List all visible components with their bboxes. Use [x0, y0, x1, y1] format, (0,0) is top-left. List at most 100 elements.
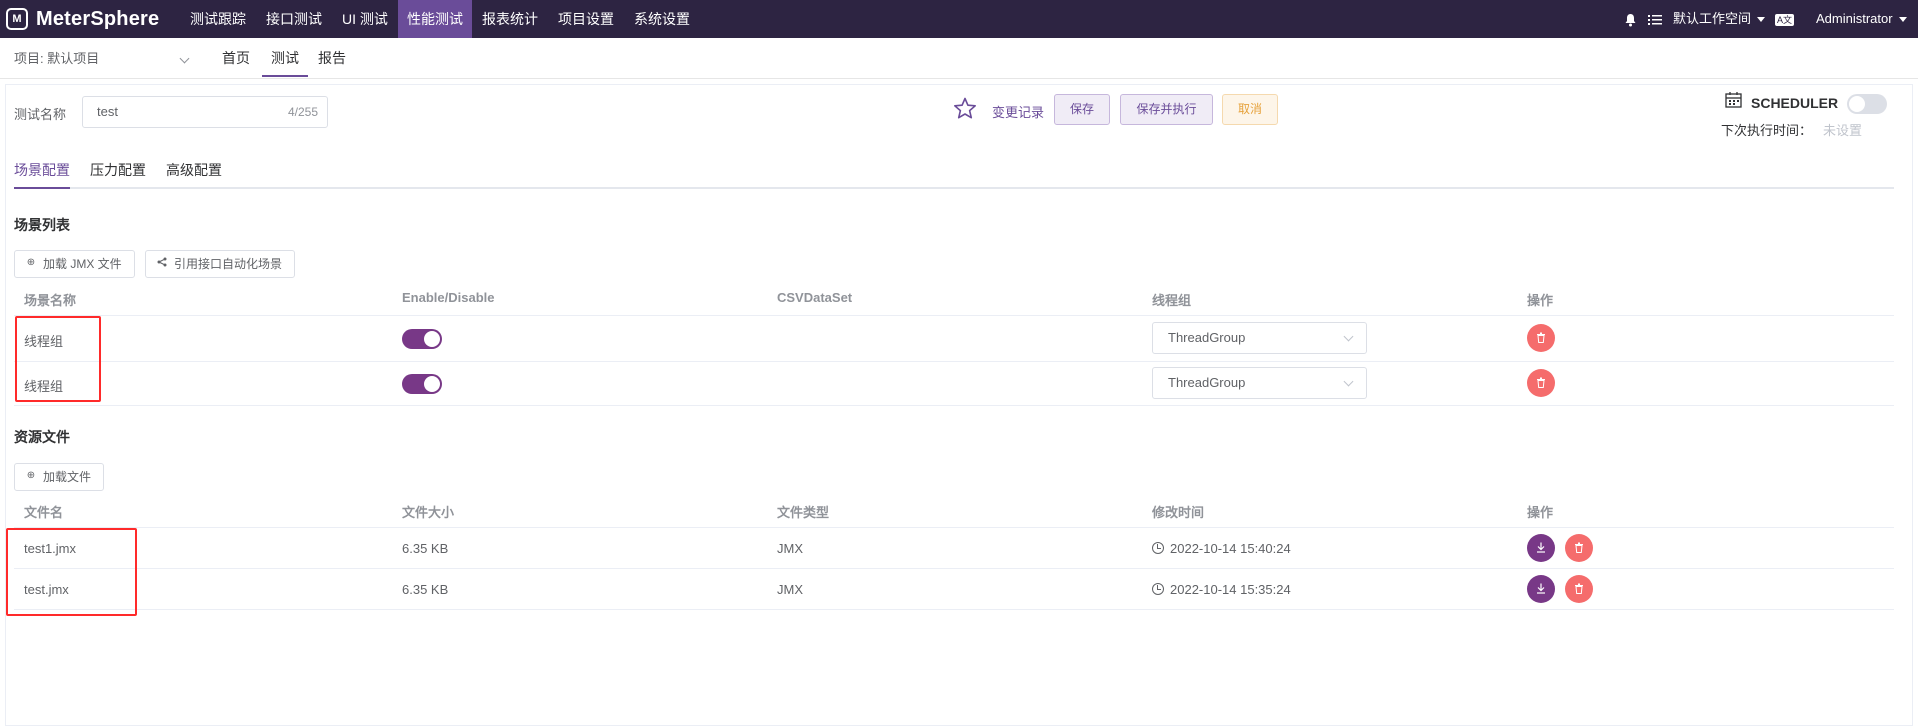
file-modified: 2022-10-14 15:35:24 — [1152, 582, 1291, 597]
nav-system-settings[interactable]: 系统设置 — [626, 0, 698, 38]
delete-file-button[interactable] — [1565, 575, 1593, 603]
language-icon: A文 — [1775, 13, 1795, 26]
file-type: JMX — [777, 541, 803, 556]
load-file-button[interactable]: ⊕ 加载文件 — [14, 463, 104, 491]
language-switch[interactable]: A文 — [1775, 0, 1795, 38]
scenario-list-title: 场景列表 — [14, 217, 70, 233]
char-counter: 4/255 — [287, 105, 318, 119]
resource-files-title: 资源文件 — [14, 429, 70, 445]
user-menu[interactable]: Administrator — [1816, 0, 1907, 38]
col-csv-dataset: CSVDataSet — [777, 290, 853, 305]
thread-group-select[interactable]: ThreadGroup — [1152, 322, 1367, 354]
col-scenario-name: 场景名称 — [24, 293, 77, 308]
row-divider — [14, 315, 1894, 316]
nav-api-test[interactable]: 接口测试 — [258, 0, 330, 38]
tab-divider — [14, 187, 1894, 189]
enable-switch[interactable] — [402, 374, 442, 394]
file-modified: 2022-10-14 15:40:24 — [1152, 541, 1291, 556]
file-type: JMX — [777, 582, 803, 597]
modified-time: 2022-10-14 15:40:24 — [1170, 541, 1291, 556]
chevron-down-icon — [1343, 376, 1354, 387]
workspace-name: 默认工作空间 — [1673, 11, 1752, 26]
col-actions: 操作 — [1527, 505, 1554, 520]
scheduler-title: SCHEDULER — [1751, 95, 1839, 111]
user-name: Administrator — [1816, 11, 1893, 26]
next-run-value: 未设置 — [1823, 123, 1863, 138]
scheduler-toggle[interactable] — [1847, 94, 1887, 114]
plus-circle-icon: ⊕ — [26, 257, 36, 268]
app-logo[interactable]: M MeterSphere — [6, 7, 159, 31]
thread-group-value: ThreadGroup — [1168, 375, 1246, 390]
col-file-type: 文件类型 — [777, 505, 830, 520]
trash-icon — [1575, 542, 1583, 553]
logo-icon: M — [6, 8, 28, 30]
download-button[interactable] — [1527, 534, 1555, 562]
star-icon[interactable] — [953, 97, 977, 123]
chevron-down-icon — [1343, 331, 1354, 342]
tab-advanced-config[interactable]: 高级配置 — [166, 160, 222, 180]
share-icon — [156, 257, 168, 269]
trash-icon — [1575, 583, 1583, 594]
row-divider — [14, 361, 1894, 362]
reference-scenario-label: 引用接口自动化场景 — [174, 257, 283, 271]
sub-header: 项目: 默认项目 首页 测试 报告 — [0, 38, 1918, 79]
tab-active-indicator — [14, 187, 70, 189]
col-modified-time: 修改时间 — [1152, 505, 1205, 520]
nav-test-track[interactable]: 测试跟踪 — [180, 0, 256, 38]
workspace-selector[interactable]: 默认工作空间 — [1673, 0, 1766, 38]
tab-pressure-config[interactable]: 压力配置 — [90, 160, 146, 180]
plus-circle-icon: ⊕ — [26, 470, 36, 481]
file-size: 6.35 KB — [402, 541, 449, 556]
tab-scenario-config[interactable]: 场景配置 — [14, 160, 70, 180]
test-name-label: 测试名称 — [14, 107, 67, 122]
delete-scenario-button[interactable] — [1527, 324, 1555, 352]
col-thread-group: 线程组 — [1152, 293, 1192, 308]
nav-ui-test[interactable]: UI 测试 — [332, 0, 398, 38]
top-navbar: M MeterSphere 测试跟踪 接口测试 UI 测试 性能测试 报表统计 … — [0, 0, 1918, 38]
logo-text: MeterSphere — [36, 7, 160, 30]
col-actions: 操作 — [1527, 293, 1554, 308]
tab-report[interactable]: 报告 — [318, 38, 346, 79]
calendar-icon — [1725, 91, 1742, 111]
file-size: 6.35 KB — [402, 582, 449, 597]
col-file-name: 文件名 — [24, 505, 64, 520]
nav-project-settings[interactable]: 项目设置 — [550, 0, 622, 38]
bell-icon[interactable] — [1624, 0, 1637, 38]
row-divider — [14, 609, 1894, 610]
save-and-run-button[interactable]: 保存并执行 — [1120, 94, 1213, 125]
highlight-box-files — [6, 528, 137, 616]
tab-test[interactable]: 测试 — [262, 38, 308, 77]
save-button[interactable]: 保存 — [1054, 94, 1110, 125]
download-button[interactable] — [1527, 575, 1555, 603]
load-file-label: 加载文件 — [43, 470, 92, 484]
cancel-button[interactable]: 取消 — [1222, 94, 1278, 125]
row-divider — [14, 405, 1894, 406]
reference-scenario-button[interactable]: 引用接口自动化场景 — [145, 250, 295, 278]
col-enable-disable: Enable/Disable — [402, 290, 495, 305]
next-run-label: 下次执行时间： — [1721, 123, 1813, 138]
load-jmx-button[interactable]: ⊕ 加载 JMX 文件 — [14, 250, 135, 278]
enable-switch[interactable] — [402, 329, 442, 349]
caret-down-icon — [1898, 17, 1907, 23]
highlight-box-scenarios — [15, 316, 101, 402]
thread-group-value: ThreadGroup — [1168, 330, 1246, 345]
trash-icon — [1537, 377, 1545, 388]
tab-home[interactable]: 首页 — [222, 38, 250, 79]
trash-icon — [1537, 332, 1545, 343]
clock-icon — [1152, 542, 1164, 554]
clock-icon — [1152, 583, 1164, 595]
thread-group-select[interactable]: ThreadGroup — [1152, 367, 1367, 399]
chevron-down-icon[interactable] — [179, 53, 190, 64]
test-name-input[interactable]: test 4/255 — [82, 96, 328, 128]
delete-scenario-button[interactable] — [1527, 369, 1555, 397]
project-selector[interactable]: 项目: 默认项目 — [14, 38, 99, 79]
task-list-icon[interactable] — [1648, 0, 1662, 38]
change-history-link[interactable]: 变更记录 — [992, 102, 1044, 121]
download-icon — [1537, 583, 1545, 594]
delete-file-button[interactable] — [1565, 534, 1593, 562]
col-file-size: 文件大小 — [402, 505, 455, 520]
download-icon — [1537, 542, 1545, 553]
nav-report-stats[interactable]: 报表统计 — [474, 0, 546, 38]
nav-performance-test[interactable]: 性能测试 — [398, 0, 472, 38]
load-jmx-label: 加载 JMX 文件 — [43, 257, 122, 271]
